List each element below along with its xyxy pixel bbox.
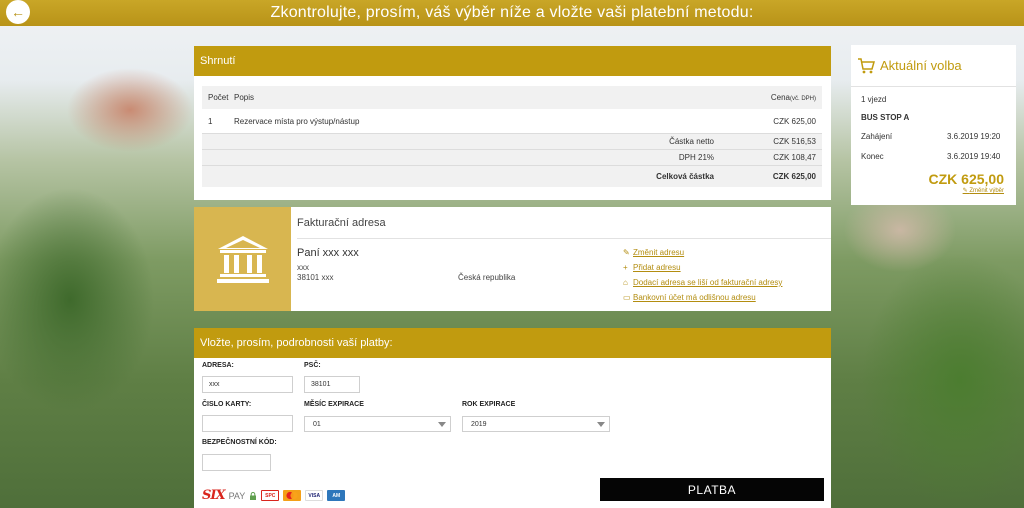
bank-icon-box [194,207,291,311]
vat-value: CZK 108,47 [773,153,816,162]
six-logo: SIX [202,488,226,503]
plus-icon: + [623,263,628,272]
change-selection-link[interactable]: ✎ Změnit výběr [963,187,1004,194]
security-code-input[interactable] [202,454,271,471]
end-value: 3.6.2019 19:40 [947,152,1001,161]
column-description: Popis [234,93,255,102]
current-selection-title: Aktuální volba [880,58,962,73]
table-row: 1 Rezervace místa pro výstup/nástup CZK … [202,109,822,133]
card-number-input[interactable] [202,415,293,432]
mastercard-logo [283,490,302,501]
add-address-link[interactable]: + Přidat adresu [623,263,782,278]
address-label: ADRESA: [202,362,234,369]
start-value: 3.6.2019 19:20 [947,132,1001,141]
expiry-year-value: 2019 [471,420,487,428]
page-title: Zkontrolujte, prosím, váš výběr níže a v… [270,4,754,21]
net-label: Částka netto [669,137,714,146]
expiry-year-select[interactable]: 2019 [462,416,610,432]
trip-count: 1 vjezd [861,95,887,104]
billing-city: 38101 xxx [297,273,334,282]
expiry-month-label: MĚSÍC EXPIRACE [304,401,364,408]
item-count: 1 [208,116,213,126]
cart-icon [858,57,875,73]
pay-button[interactable]: PLATBA [600,478,824,501]
home-icon: ⌂ [623,278,628,287]
billing-country: Česká republika [458,273,516,282]
vat-label: DPH 21% [678,153,714,162]
grand-total-label: Celková částka [656,172,714,181]
summary-table-header: Počet Popis Cena(vč. DPH) [202,86,822,109]
delivery-address-link[interactable]: ⌂ Dodací adresa se liší od fakturační adr… [623,278,782,293]
payment-title: Vložte, prosím, podrobnosti vaší platby: [194,328,831,358]
expiry-month-select[interactable]: 01 [304,416,451,432]
visa-logo: VISA [305,490,324,501]
column-count: Počet [208,93,229,102]
bank-account-address-link[interactable]: ▭ Bankovní účet má odlišnou adresu [623,293,782,308]
bank-icon [216,236,269,283]
zip-label: PSČ: [304,362,321,369]
item-description: Rezervace místa pro výstup/nástup [234,116,360,126]
billing-panel: Fakturační adresa Paní xxx xxx xxx 38101… [194,207,831,311]
top-bar: ← Zkontrolujte, prosím, váš výběr níže a… [0,0,1024,26]
billing-links: ✎ Změnit adresu + Přidat adresu ⌂ Dodací ad… [623,248,782,308]
item-price: CZK 625,00 [773,116,816,126]
payment-provider-logos: SIX PAY SPC VISA AM [202,488,346,503]
total-row-vat: DPH 21% CZK 108,47 [202,149,822,165]
summary-panel: Shrnutí Počet Popis Cena(vč. DPH) 1 Reze… [194,46,831,200]
net-value: CZK 516,53 [773,137,816,146]
zip-input[interactable]: 38101 [304,376,360,393]
arrow-left-icon: ← [11,4,25,20]
current-selection-panel: Aktuální volba 1 vjezd BUS STOP A Zaháje… [851,45,1016,205]
spc-card-logo: SPC [261,490,280,501]
chevron-down-icon [438,422,446,427]
card-number-label: ČISLO KARTY: [202,401,252,408]
amex-logo: AM [327,490,346,501]
card-icon: ▭ [623,293,631,302]
end-label: Konec [861,152,884,161]
start-label: Zahájení [861,132,893,141]
summary-table: Počet Popis Cena(vč. DPH) 1 Rezervace mí… [202,86,822,187]
expiry-year-label: ROK EXPIRACE [462,401,516,408]
column-price: Cena(vč. DPH) [770,93,816,102]
expiry-month-value: 01 [313,420,321,428]
lock-icon [250,491,257,500]
back-button[interactable]: ← [6,0,30,24]
payment-panel: Vložte, prosím, podrobnosti vaší platby:… [194,328,831,508]
pay-logo: PAY [228,490,246,501]
change-address-link[interactable]: ✎ Změnit adresu [623,248,782,263]
edit-icon: ✎ [623,248,630,257]
grand-total-row: Celková částka CZK 625,00 [202,165,822,187]
current-price: CZK 625,00 [928,171,1004,187]
grand-total-value: CZK 625,00 [772,172,816,181]
stop-name: BUS STOP A [861,113,910,122]
current-selection-header: Aktuální volba [851,45,1016,87]
billing-title: Fakturační adresa [297,207,831,239]
total-row-net: Částka netto CZK 516,53 [202,133,822,149]
summary-title: Shrnutí [194,46,831,76]
security-code-label: BEZPEČNOSTNÍ KÓD: [202,439,277,446]
billing-street: xxx [297,263,309,272]
billing-name: Paní xxx xxx [297,247,359,259]
address-input[interactable]: xxx [202,376,293,393]
chevron-down-icon [597,422,605,427]
